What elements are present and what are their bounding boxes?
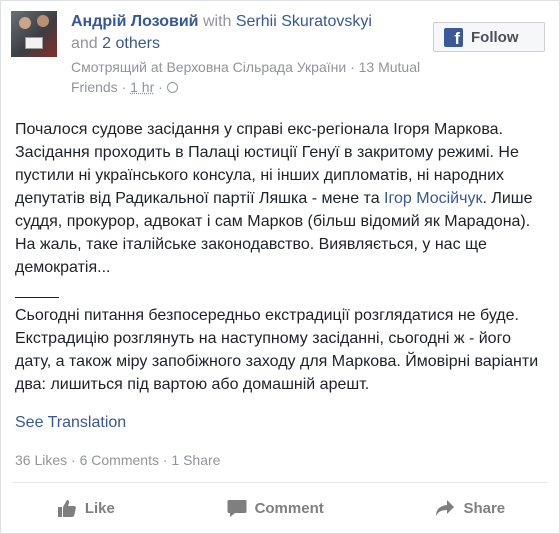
author-name-link[interactable]: Андрій Лозовий (71, 13, 199, 30)
follow-label: Follow (471, 28, 519, 46)
stats-separator: · (71, 452, 76, 468)
post-paragraph: Почалося судове засідання у справі екс-р… (15, 118, 550, 279)
avatar-photo-figure (19, 17, 31, 29)
see-translation-link[interactable]: See Translation (15, 414, 126, 432)
others-link[interactable]: 2 others (102, 35, 160, 52)
post-paragraph: Сьогодні питання безпосередньо екстрадиц… (15, 307, 539, 393)
comments-count-link[interactable]: 6 Comments (80, 452, 159, 468)
share-arrow-icon (436, 499, 455, 516)
activity-label: Смотрящий at (71, 59, 163, 75)
and-label: and (71, 35, 98, 52)
post-header: Андрій Лозовий with Serhii Skuratovskyi … (71, 11, 421, 97)
facebook-logo-icon: f (444, 27, 463, 47)
likes-count-link[interactable]: 36 Likes (15, 452, 67, 468)
mutual-friends-label: Friends · (71, 79, 127, 95)
with-label: with (202, 13, 232, 30)
post-meta: Смотрящий at Верховна Сільрада України ·… (71, 57, 421, 97)
post-stats: 36 Likes · 6 Comments · 1 Share (15, 452, 220, 468)
globe-icon[interactable] (166, 82, 178, 93)
follow-button[interactable]: f Follow (433, 22, 545, 52)
avatar[interactable] (11, 11, 57, 57)
post-body: Почалося судове засідання у справі екс-р… (15, 118, 550, 396)
thumbs-up-icon (57, 499, 76, 517)
like-button[interactable]: Like (47, 493, 125, 524)
like-label: Like (84, 499, 115, 517)
tagged-person-link[interactable]: Serhii Skuratovskyi (236, 13, 372, 30)
share-button[interactable]: Share (425, 493, 515, 524)
share-label: Share (463, 499, 506, 517)
post-card: Андрій Лозовий with Serhii Skuratovskyi … (0, 0, 560, 534)
comment-button[interactable]: Comment (217, 493, 334, 524)
text-separator (15, 297, 59, 298)
place-link[interactable]: Верховна Сільрада України (166, 59, 346, 75)
meta-separator: · (158, 79, 163, 95)
timestamp-link[interactable]: 1 hr (130, 79, 154, 95)
post-actions: Like Comment Share (1, 483, 560, 533)
avatar-photo-figure (37, 15, 49, 27)
avatar-photo-sign (25, 37, 43, 49)
comment-label: Comment (254, 499, 324, 517)
stats-separator: · (162, 452, 168, 468)
shares-count-link[interactable]: 1 Share (171, 452, 220, 468)
comment-bubble-icon (227, 499, 247, 517)
mutual-friends-label: · 13 Mutual (350, 59, 421, 75)
mentioned-person-link[interactable]: Ігор Мосійчук (384, 190, 482, 207)
post-header-title: Андрій Лозовий with Serhii Skuratovskyi … (71, 11, 421, 55)
